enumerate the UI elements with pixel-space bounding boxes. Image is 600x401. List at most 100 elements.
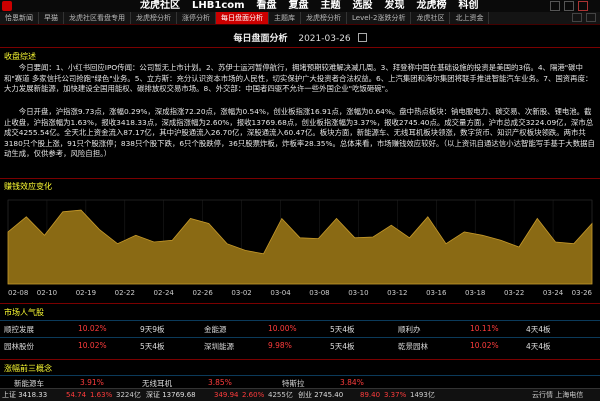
tab-scroll-left-icon[interactable]	[572, 13, 582, 22]
status-sh-chg: 54.74	[66, 391, 87, 399]
stock-pct: 10.02%	[78, 341, 107, 350]
app-logo-icon	[2, 1, 12, 11]
stock-board: 9天9板	[140, 325, 165, 334]
stock-name[interactable]: 顺利办	[398, 324, 421, 335]
x-tick-label: 03-08	[309, 289, 329, 297]
table-row: 园林股份 10.02% 5天4板 深圳能源 9.98% 5天4板 乾景园林 10…	[0, 338, 600, 352]
x-tick-label: 03-26	[572, 289, 593, 297]
stock-board: 5天4板	[330, 325, 355, 334]
top-concepts: 新能源车 3.91% 无线耳机 3.85% 特斯拉 3.84%	[0, 377, 600, 388]
tab-early[interactable]: 早猫	[39, 12, 64, 24]
x-tick-label: 02-22	[115, 289, 135, 297]
nav-item[interactable]: 主题	[321, 0, 341, 12]
section-title-effect: 赚钱效应变化	[4, 182, 52, 191]
status-cy[interactable]: 创业 2745.40	[298, 389, 343, 401]
divider	[0, 178, 600, 179]
nav-item[interactable]: 科创	[459, 0, 479, 12]
status-cy-vol: 1493亿	[410, 391, 435, 399]
divider	[0, 303, 600, 304]
x-tick-label: 02-26	[192, 289, 213, 297]
stock-name[interactable]: 顺控发展	[4, 324, 34, 335]
concept-pct: 3.91%	[80, 378, 104, 387]
section-title-concept: 涨幅前三概念	[4, 364, 52, 373]
stock-pct: 10.00%	[268, 324, 297, 333]
tab-community-view[interactable]: 龙虎社区看盘专用	[64, 12, 131, 24]
page-header: 每日盘面分析 2021-03-26	[0, 31, 600, 44]
tab-lhb-analysis-2[interactable]: 龙虎榜分析	[301, 12, 347, 24]
tab-level2[interactable]: Level-2涨跌分析	[347, 12, 412, 24]
section-title-market: 市场人气股	[4, 308, 44, 317]
section-title-summary: 收盘综述	[4, 52, 36, 61]
stock-pct: 10.02%	[470, 341, 499, 350]
main-nav: 龙虎社区 LHB1com 看盘 复盘 主题 选股 发现 龙虎榜 科创	[140, 0, 491, 12]
x-tick-label: 03-24	[543, 289, 564, 297]
tab-limit-up[interactable]: 涨停分析	[177, 12, 216, 24]
nav-item[interactable]: LHB1com	[192, 0, 245, 12]
page-date[interactable]: 2021-03-26	[298, 34, 350, 44]
stock-board: 4天4板	[526, 325, 551, 334]
nav-item[interactable]: 发现	[385, 0, 405, 12]
tab-controls	[572, 13, 596, 22]
nav-item[interactable]: 复盘	[289, 0, 309, 12]
status-sz-pct: 2.60%	[242, 391, 265, 399]
tab-theme[interactable]: 主题库	[269, 12, 301, 24]
effect-area-series	[7, 209, 593, 285]
status-cy-chg: 89.40	[360, 391, 381, 399]
tab-northbound[interactable]: 北上资金	[450, 12, 490, 24]
divider	[0, 47, 600, 48]
status-sh-vol: 3224亿	[116, 391, 141, 399]
x-tick-label: 02-08	[8, 289, 28, 297]
stock-pct: 10.11%	[470, 324, 499, 333]
close-icon[interactable]	[578, 1, 588, 11]
x-tick-label: 03-22	[504, 289, 524, 297]
nav-item[interactable]: 选股	[353, 0, 373, 12]
x-tick-label: 02-19	[76, 289, 96, 297]
x-tick-label: 03-02	[231, 289, 251, 297]
x-tick-label: 03-16	[426, 289, 447, 297]
profit-effect-chart: 02-08 02-10 02-19 02-22 02-24 02-26 03-02 03-04…	[7, 199, 593, 297]
status-server[interactable]: 云行情 上海电信	[532, 389, 583, 401]
x-tick-label: 02-10	[37, 289, 57, 297]
divider	[0, 375, 600, 376]
summary-news: 今日要闻：1、小红书回应IPO传闻：公司暂无上市计划。2、苏伊士运河暂停航行，拥…	[4, 63, 593, 94]
stock-board: 4天4板	[526, 342, 551, 351]
status-sh[interactable]: 上证 3418.33	[2, 389, 47, 401]
table-row: 顺控发展 10.02% 9天9板 金能源 10.00% 5天4板 顺利办 10.…	[0, 321, 600, 335]
page-title: 每日盘面分析	[233, 34, 288, 44]
stock-board: 5天4板	[330, 342, 355, 351]
stock-name[interactable]: 金能源	[204, 324, 227, 335]
status-sh-pct: 1.63%	[90, 391, 113, 399]
status-cy-pct: 3.37%	[384, 391, 407, 399]
x-tick-label: 02-24	[154, 289, 175, 297]
status-sz-vol: 4255亿	[268, 391, 293, 399]
calendar-icon[interactable]	[357, 33, 367, 42]
nav-item[interactable]: 龙虎社区	[140, 0, 180, 12]
concept-pct: 3.84%	[340, 378, 364, 387]
stock-name[interactable]: 深圳能源	[204, 341, 234, 352]
tab-lhb-analysis[interactable]: 龙虎榜分析	[131, 12, 177, 24]
status-sz[interactable]: 深证 13769.68	[146, 389, 196, 401]
x-tick-label: 03-12	[387, 289, 407, 297]
tab-community[interactable]: 龙虎社区	[411, 12, 451, 24]
stock-name[interactable]: 园林股份	[4, 341, 34, 352]
x-tick-label: 03-04	[270, 289, 291, 297]
tab-daily-analysis[interactable]: 每日盘面分析	[216, 12, 269, 24]
x-tick-label: 03-10	[348, 289, 368, 297]
stock-pct: 9.98%	[268, 341, 292, 350]
status-sz-chg: 349.94	[214, 391, 239, 399]
stock-name[interactable]: 乾景园林	[398, 341, 428, 352]
tab-bar: 恰恩新闻 早猫 龙虎社区看盘专用 龙虎榜分析 涨停分析 每日盘面分析 主题库 龙…	[0, 12, 600, 25]
tab-news[interactable]: 恰恩新闻	[0, 12, 39, 24]
summary-market: 今日开盘，沪指涨9.73点，涨幅0.29%，深成指涨72.20点，涨幅为0.54…	[4, 107, 595, 159]
status-bar: 上证 3418.33 54.74 1.63% 3224亿 深证 13769.68…	[0, 388, 600, 401]
minimize-icon[interactable]	[550, 1, 560, 11]
maximize-icon[interactable]	[564, 1, 574, 11]
nav-item[interactable]: 龙虎榜	[417, 0, 447, 12]
divider	[0, 359, 600, 360]
stock-pct: 10.02%	[78, 324, 107, 333]
nav-item[interactable]: 看盘	[257, 0, 277, 12]
concept-pct: 3.85%	[208, 378, 232, 387]
tab-scroll-right-icon[interactable]	[586, 13, 596, 22]
x-tick-label: 03-18	[465, 289, 485, 297]
stock-board: 5天4板	[140, 342, 165, 351]
